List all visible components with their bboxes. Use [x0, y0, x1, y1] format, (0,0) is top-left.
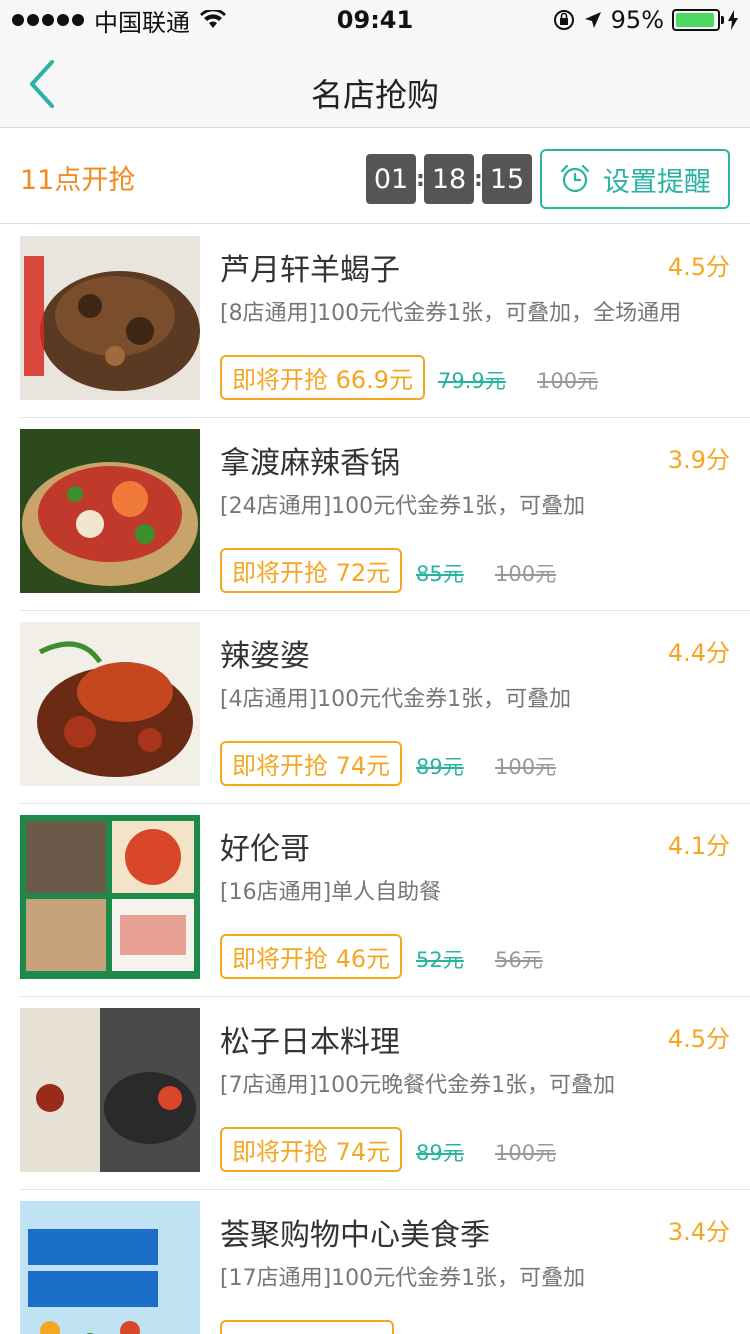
deal-rating: 4.5分 — [667, 1025, 730, 1053]
deal-item[interactable]: 拿渡麻辣香锅 3.9分 [24店通用]100元代金券1张，可叠加 即将开抢 72… — [20, 418, 750, 611]
deal-price-original: 56元 — [495, 948, 543, 972]
deal-description: [7店通用]100元晚餐代金券1张，可叠加 — [220, 1073, 616, 1098]
deal-item[interactable]: 芦月轩羊蝎子 4.5分 [8店通用]100元代金券1张，可叠加，全场通用 即将开… — [20, 225, 750, 418]
deal-item[interactable]: 荟聚购物中心美食季 3.4分 [17店通用]100元代金券1张，可叠加 — [20, 1190, 750, 1334]
deal-image — [20, 236, 200, 400]
deal-image — [20, 429, 200, 593]
deal-list: 芦月轩羊蝎子 4.5分 [8店通用]100元代金券1张，可叠加，全场通用 即将开… — [0, 225, 750, 1334]
deal-rating: 4.1分 — [667, 832, 730, 860]
deal-image — [20, 815, 200, 979]
countdown-timer: 01 : 18 : 15 — [366, 154, 532, 204]
charging-bolt-icon — [728, 10, 738, 30]
deal-name: 荟聚购物中心美食季 — [220, 1218, 490, 1253]
deal-name: 辣婆婆 — [220, 639, 310, 674]
countdown-minutes: 18 — [424, 154, 474, 204]
start-time-label: 11点开抢 — [20, 165, 136, 196]
deal-rating: 3.9分 — [667, 446, 730, 474]
deal-price-original: 100元 — [495, 562, 557, 586]
countdown-hours: 01 — [366, 154, 416, 204]
deal-description: [4店通用]100元代金券1张，可叠加 — [220, 687, 572, 712]
deal-price-original: 100元 — [537, 369, 599, 393]
battery-icon — [672, 9, 724, 31]
set-reminder-button[interactable]: 设置提醒 — [540, 149, 730, 209]
deal-item[interactable]: 辣婆婆 4.4分 [4店通用]100元代金券1张，可叠加 即将开抢 74元 89… — [20, 611, 750, 804]
navigation-bar: 名店抢购 — [0, 40, 750, 128]
deal-price-original: 100元 — [495, 755, 557, 779]
deal-rating: 4.4分 — [667, 639, 730, 667]
deal-image — [20, 1201, 200, 1334]
deal-name: 松子日本料理 — [220, 1025, 400, 1060]
buy-button[interactable] — [220, 1320, 394, 1334]
set-reminder-label: 设置提醒 — [603, 166, 711, 198]
countdown-separator: : — [416, 166, 425, 192]
countdown-separator: : — [474, 166, 483, 192]
battery-fill — [676, 13, 714, 27]
alarm-clock-icon — [560, 164, 590, 193]
battery-percent: 95% — [610, 6, 664, 34]
deal-image — [20, 622, 200, 786]
deal-price-old: 85元 — [416, 562, 464, 586]
page-title: 名店抢购 — [310, 76, 439, 114]
deal-description: [8店通用]100元代金券1张，可叠加，全场通用 — [220, 301, 682, 326]
countdown-row: 11点开抢 01 : 18 : 15 设置提醒 — [0, 128, 750, 224]
buy-button[interactable]: 即将开抢 74元 — [220, 741, 403, 786]
deal-name: 好伦哥 — [220, 832, 310, 867]
buy-button[interactable]: 即将开抢 74元 — [220, 1127, 403, 1172]
deal-name: 拿渡麻辣香锅 — [220, 446, 400, 481]
location-arrow-icon — [584, 12, 601, 28]
deal-description: [17店通用]100元代金券1张，可叠加 — [220, 1266, 586, 1291]
deal-price-original: 100元 — [495, 1141, 557, 1165]
deal-price-old: 89元 — [416, 755, 464, 779]
deal-rating: 4.5分 — [667, 253, 730, 281]
buy-button[interactable]: 即将开抢 66.9元 — [220, 355, 426, 400]
deal-price-old: 52元 — [416, 948, 464, 972]
deal-name: 芦月轩羊蝎子 — [220, 253, 400, 288]
deal-description: [24店通用]100元代金券1张，可叠加 — [220, 494, 586, 519]
deal-description: [16店通用]单人自助餐 — [220, 880, 442, 905]
status-right: 95% — [553, 6, 738, 34]
status-bar: 中国联通 09:41 95% — [0, 0, 750, 40]
orientation-lock-icon — [553, 10, 574, 30]
buy-button[interactable]: 即将开抢 46元 — [220, 934, 403, 979]
countdown-seconds: 15 — [482, 154, 532, 204]
deal-item[interactable]: 好伦哥 4.1分 [16店通用]单人自助餐 即将开抢 46元 52元 56元 — [20, 804, 750, 997]
deal-price-old: 79.9元 — [438, 369, 506, 393]
deal-image — [20, 1008, 200, 1172]
buy-button[interactable]: 即将开抢 72元 — [220, 548, 403, 593]
deal-price-old: 89元 — [416, 1141, 464, 1165]
deal-rating: 3.4分 — [667, 1218, 730, 1246]
deal-item[interactable]: 松子日本料理 4.5分 [7店通用]100元晚餐代金券1张，可叠加 即将开抢 7… — [20, 997, 750, 1190]
